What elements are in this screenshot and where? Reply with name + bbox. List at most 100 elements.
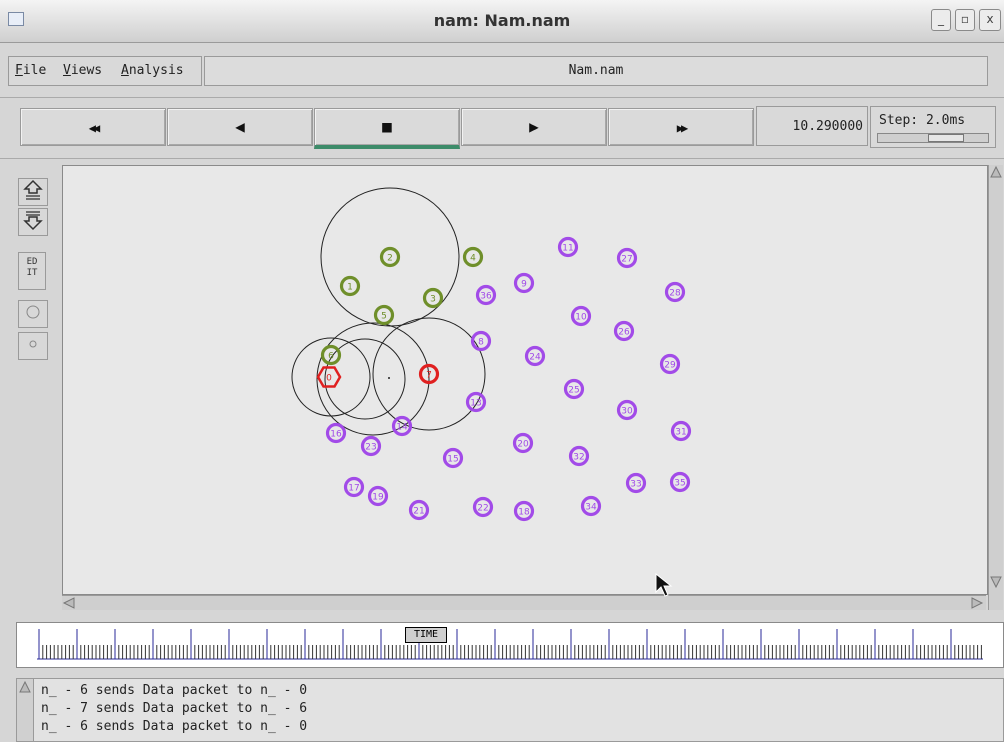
node-label: 24 (529, 353, 541, 363)
node-26[interactable]: 26 (613, 320, 635, 342)
rewind-button[interactable]: ◀◀ (20, 108, 166, 146)
node-21[interactable]: 21 (408, 499, 430, 521)
timeline-slider[interactable]: TIME (16, 622, 1004, 668)
node-label: 6 (328, 352, 334, 362)
node-label: 27 (621, 255, 632, 265)
node-29[interactable]: 29 (659, 353, 681, 375)
node-9[interactable]: 9 (513, 272, 535, 294)
node-15[interactable]: 15 (442, 447, 464, 469)
node-label: 32 (573, 453, 584, 463)
node-6[interactable]: 6 (320, 344, 342, 366)
back-icon: ◀ (235, 117, 245, 136)
zoom-out-icon (23, 211, 43, 231)
step-back-button[interactable]: ◀ (167, 108, 313, 146)
node-32[interactable]: 32 (568, 445, 590, 467)
timeline-ticks (37, 629, 983, 660)
large-node-button[interactable] (18, 300, 48, 328)
edit-button[interactable]: ED IT (18, 252, 46, 290)
fast-forward-icon: ▶▶ (676, 121, 689, 135)
node-label: 7 (426, 371, 432, 381)
node-label: 18 (518, 508, 530, 518)
node-23[interactable]: 23 (360, 435, 382, 457)
menu-analysis[interactable]: Analysis (121, 63, 184, 78)
node-8[interactable]: 8 (470, 330, 492, 352)
node-25[interactable]: 25 (563, 378, 585, 400)
minimize-button[interactable]: _ (931, 9, 951, 31)
left-toolbar: ED IT (18, 172, 48, 370)
log-line: n_ - 6 sends Data packet to n_ - 0 (41, 719, 308, 734)
vertical-scrollbar[interactable] (988, 165, 1003, 610)
node-label: 8 (478, 338, 484, 348)
log-scrollbar[interactable] (17, 679, 34, 741)
node-36[interactable]: 36 (475, 284, 497, 306)
maximize-button[interactable]: ▫ (955, 9, 975, 31)
network-canvas[interactable]: 0 1 2 3 4 5 6 7 8 9 10 11 13 14 15 16 17 18 19 20 21 22 23 24 25… (62, 165, 988, 595)
node-1[interactable]: 1 (339, 275, 361, 297)
node-19[interactable]: 19 (367, 485, 389, 507)
node-2[interactable]: 2 (379, 246, 401, 268)
network-view: 0 1 2 3 4 5 6 7 8 9 10 11 13 14 15 16 17 18 19 20 21 22 23 24 25… (62, 165, 1003, 610)
horizontal-scrollbar[interactable] (62, 595, 986, 610)
node-16[interactable]: 16 (325, 422, 347, 444)
zoom-in-button[interactable] (18, 178, 48, 206)
mouse-cursor-icon (655, 573, 673, 597)
close-button[interactable]: x (979, 9, 1001, 31)
menu-file[interactable]: File (15, 63, 46, 78)
title-bar: nam: Nam.nam _ ▫ x (0, 0, 1004, 43)
node-4[interactable]: 4 (462, 246, 484, 268)
menu-group: File Views Analysis (8, 56, 202, 86)
node-label: 9 (521, 280, 527, 290)
node-label: 13 (470, 399, 481, 409)
zoom-in-icon (23, 179, 43, 200)
log-panel: n_ - 6 sends Data packet to n_ - 0 n_ - … (16, 678, 1004, 742)
node-10[interactable]: 10 (570, 305, 592, 327)
node-label: 17 (348, 484, 359, 494)
node-13[interactable]: 13 (465, 391, 487, 413)
scroll-left-icon (62, 597, 75, 609)
node-label: 21 (413, 507, 424, 517)
node-35[interactable]: 35 (669, 471, 691, 493)
node-label: 5 (381, 312, 387, 322)
node-28[interactable]: 28 (664, 281, 686, 303)
node-5[interactable]: 5 (373, 304, 395, 326)
node-34[interactable]: 34 (580, 495, 602, 517)
node-17[interactable]: 17 (343, 476, 365, 498)
node-11[interactable]: 11 (557, 236, 579, 258)
node-22[interactable]: 22 (472, 496, 494, 518)
node-31[interactable]: 31 (670, 420, 692, 442)
node-0[interactable]: 0 (316, 366, 342, 388)
node-label: 11 (562, 244, 573, 254)
node-label: 19 (372, 493, 384, 503)
node-33[interactable]: 33 (625, 472, 647, 494)
stop-button[interactable]: ■ (314, 108, 460, 149)
node-30[interactable]: 30 (616, 399, 638, 421)
node-27[interactable]: 27 (616, 247, 638, 269)
stop-icon: ■ (382, 117, 392, 136)
large-circle-icon (26, 305, 40, 319)
menu-views[interactable]: Views (63, 63, 102, 78)
node-label: 4 (470, 254, 476, 264)
node-7[interactable]: 7 (418, 363, 440, 385)
step-slider[interactable] (877, 133, 989, 143)
zoom-out-button[interactable] (18, 208, 48, 236)
node-18[interactable]: 18 (513, 500, 535, 522)
play-button[interactable]: ▶ (461, 108, 607, 146)
node-3[interactable]: 3 (422, 287, 444, 309)
node-label: 14 (396, 423, 408, 433)
node-label: 2 (387, 254, 393, 264)
node-20[interactable]: 20 (512, 432, 534, 454)
node-label: 33 (630, 480, 641, 490)
time-slider-handle[interactable]: TIME (405, 627, 447, 643)
fast-forward-button[interactable]: ▶▶ (608, 108, 754, 146)
node-label: 3 (430, 295, 436, 305)
log-line: n_ - 6 sends Data packet to n_ - 0 (41, 683, 308, 698)
scroll-up-icon (990, 165, 1002, 178)
network-graph[interactable]: 01234567891011131415161718192021 22232425… (63, 166, 987, 594)
playback-controls: ◀◀ ◀ ■ ▶ ▶▶ 10.290000 Step: 2.0ms (0, 97, 1004, 159)
small-circle-icon (29, 340, 37, 348)
node-label: 20 (517, 440, 529, 450)
node-24[interactable]: 24 (524, 345, 546, 367)
small-node-button[interactable] (18, 332, 48, 360)
node-label: 35 (674, 479, 685, 489)
step-slider-thumb[interactable] (928, 134, 964, 142)
